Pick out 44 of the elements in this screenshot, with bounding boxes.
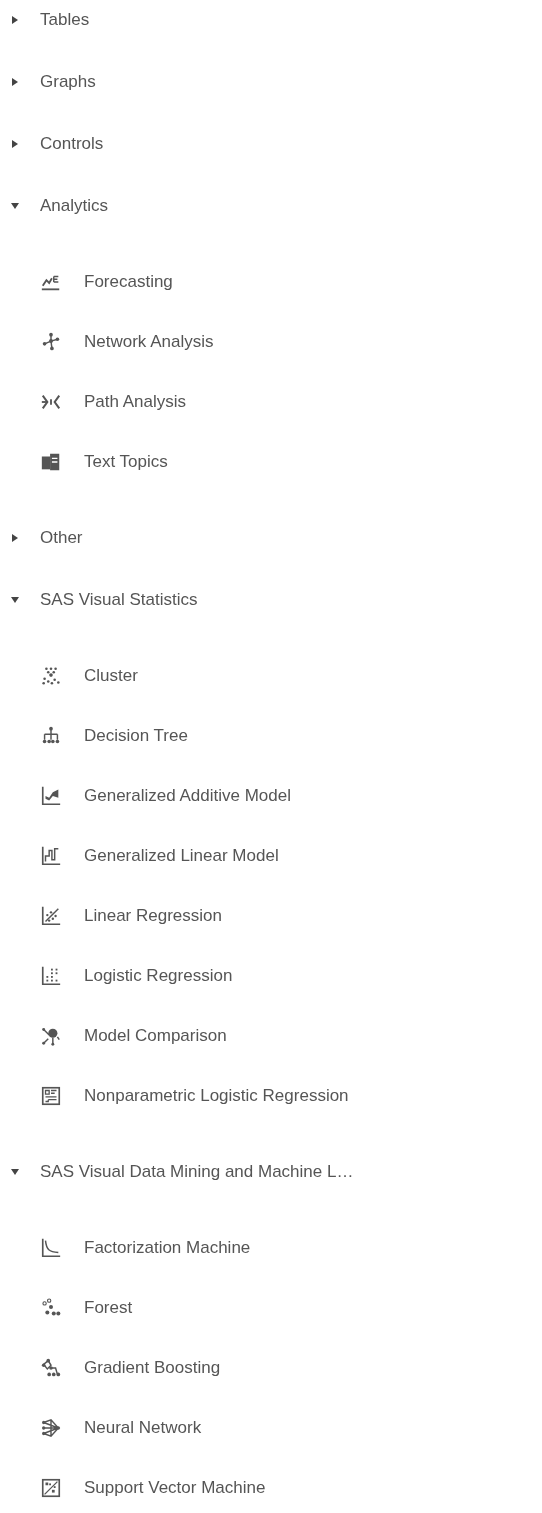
scatter-line-icon <box>40 905 62 927</box>
cluster-dots-icon <box>40 665 62 687</box>
section-header[interactable]: Controls <box>40 131 104 157</box>
expand-triangle-icon[interactable] <box>10 15 20 25</box>
svm-grid-icon <box>40 1477 62 1499</box>
decay-curve-icon <box>40 1237 62 1259</box>
collapse-triangle-icon[interactable] <box>10 595 20 605</box>
boosted-trees-icon <box>40 1357 62 1379</box>
section-header[interactable]: Analytics <box>40 193 109 219</box>
expand-triangle-icon[interactable] <box>10 533 20 543</box>
object-list-item[interactable]: Generalized Linear Model <box>0 836 542 876</box>
section-header[interactable]: SAS Visual Data Mining and Machine L… <box>40 1159 354 1185</box>
object-list-item[interactable]: Linear Regression <box>0 896 542 936</box>
object-list-item[interactable]: Logistic Regression <box>0 956 542 996</box>
step-chart-icon <box>40 845 62 867</box>
section-header[interactable]: Graphs <box>40 69 96 95</box>
object-list-item[interactable]: Model Comparison <box>0 1016 542 1056</box>
object-list-item[interactable]: Nonparametric Logistic Regression <box>0 1076 542 1116</box>
object-list-item[interactable]: Text Topics <box>0 442 542 482</box>
pattern-grid-icon <box>40 1085 62 1107</box>
dot-plot-icon <box>40 965 62 987</box>
object-list-item[interactable]: Forecasting <box>0 262 542 302</box>
expand-triangle-icon[interactable] <box>10 139 20 149</box>
section-header[interactable]: SAS Visual Statistics <box>40 587 198 613</box>
object-list-item[interactable]: Factorization Machine <box>0 1228 542 1268</box>
object-list-item[interactable]: Forest <box>0 1288 542 1328</box>
object-list-item[interactable]: Gradient Boosting <box>0 1348 542 1388</box>
area-chart-icon <box>40 785 62 807</box>
collapse-triangle-icon[interactable] <box>10 201 20 211</box>
object-list-item[interactable]: Neural Network <box>0 1408 542 1448</box>
model-compare-icon <box>40 1025 62 1047</box>
object-list-item[interactable]: Cluster <box>0 656 542 696</box>
object-list-item[interactable]: Generalized Additive Model <box>0 776 542 816</box>
object-list-item[interactable]: Path Analysis <box>0 382 542 422</box>
collapse-triangle-icon[interactable] <box>10 1167 20 1177</box>
neural-network-icon <box>40 1417 62 1439</box>
expand-triangle-icon[interactable] <box>10 77 20 87</box>
section-header[interactable]: Tables <box>40 7 90 33</box>
object-list-item[interactable]: Network Analysis <box>0 322 542 362</box>
object-list-item[interactable]: Decision Tree <box>0 716 542 756</box>
object-list-item[interactable]: Support Vector Machine <box>0 1468 542 1508</box>
network-icon <box>40 331 62 353</box>
documents-icon <box>40 451 62 473</box>
section-header[interactable]: Other <box>40 525 83 551</box>
